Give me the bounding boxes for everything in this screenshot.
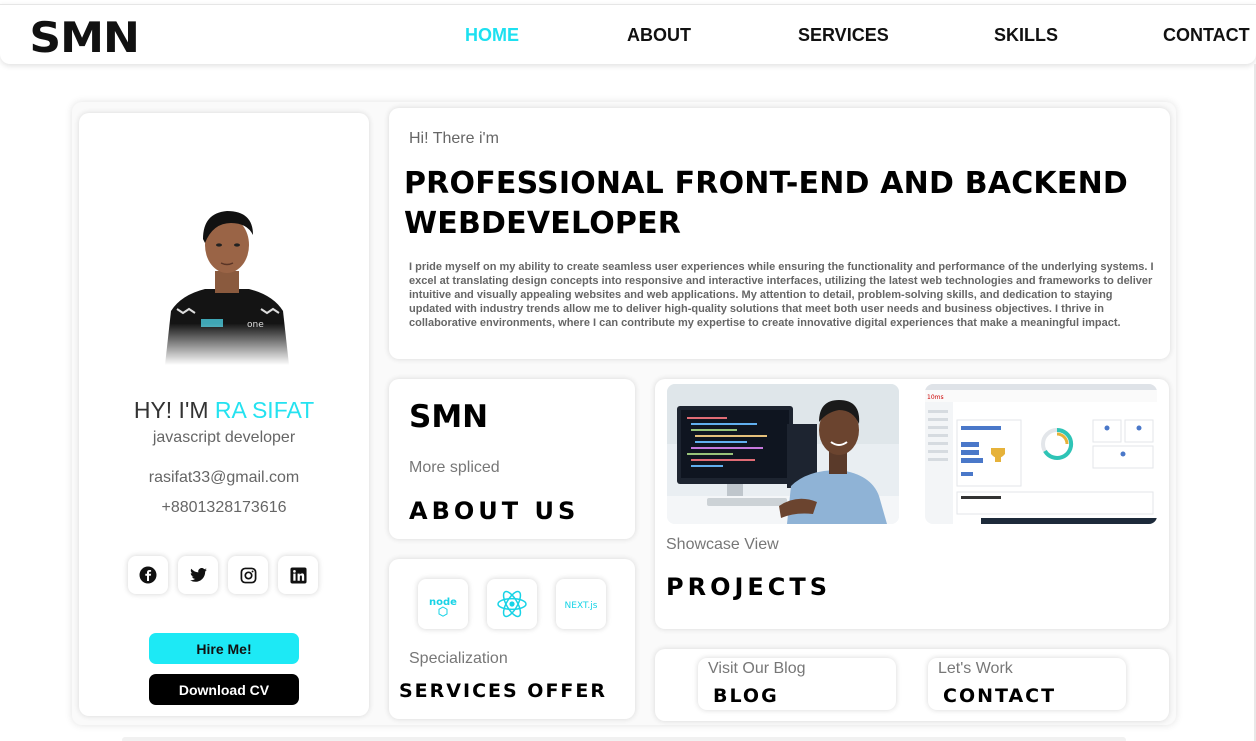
logo[interactable]: SMN — [29, 13, 139, 62]
instagram-icon[interactable] — [228, 556, 268, 594]
download-cv-button[interactable]: Download CV — [149, 674, 299, 705]
svg-text:10ms: 10ms — [927, 394, 944, 401]
nav-about[interactable]: ABOUT — [627, 25, 691, 46]
nextjs-label: NEXT.js — [565, 601, 598, 611]
links-card: Visit Our Blog BLOG Let's Work CONTACT — [655, 649, 1169, 721]
avatar: one — [161, 199, 293, 365]
services-card[interactable]: node NEXT.js Specialization SERVICES OFF… — [389, 559, 635, 719]
about-title[interactable]: ABOUT US — [409, 497, 579, 525]
projects-subtitle: Showcase View — [666, 536, 779, 553]
projects-title[interactable]: PROJECTS — [666, 573, 831, 601]
services-subtitle: Specialization — [409, 650, 508, 667]
bottom-strip — [122, 737, 1126, 741]
nav-home[interactable]: HOME — [465, 25, 519, 46]
nav-skills[interactable]: SKILLS — [994, 25, 1058, 46]
nextjs-icon: NEXT.js — [556, 579, 606, 629]
blog-link-card[interactable]: Visit Our Blog BLOG — [698, 658, 896, 710]
project-thumbnail-developer[interactable] — [667, 384, 899, 524]
contact-title[interactable]: CONTACT — [943, 685, 1056, 707]
blog-subtitle: Visit Our Blog — [708, 660, 806, 677]
about-card[interactable]: SMN More spliced ABOUT US — [389, 379, 635, 539]
linkedin-icon[interactable] — [278, 556, 318, 594]
profile-name: RA SIFAT — [214, 397, 315, 423]
nodejs-label: node — [429, 597, 457, 608]
profile-email[interactable]: rasifat33@gmail.com — [79, 469, 369, 487]
profile-card: one HY! I'M RA SIFAT javascript develope… — [79, 113, 369, 716]
intro-headline: PROFESSIONAL FRONT-END AND BACKEND WEBDE… — [404, 166, 1128, 241]
profile-greeting: HY! I'M RA SIFAT — [79, 397, 369, 424]
site-header: SMN HOME ABOUT SERVICES SKILLS CONTACT — [0, 4, 1256, 64]
nav-services[interactable]: SERVICES — [798, 25, 889, 46]
greeting-prefix: HY! I'M — [133, 397, 215, 423]
nodejs-icon: node — [418, 579, 468, 629]
intro-bio: I pride myself on my ability to create s… — [409, 261, 1154, 329]
services-title[interactable]: SERVICES OFFER — [399, 680, 607, 702]
nav-contact[interactable]: CONTACT — [1163, 25, 1250, 46]
profile-role: javascript developer — [152, 429, 296, 446]
contact-subtitle: Let's Work — [938, 660, 1013, 677]
blog-title[interactable]: BLOG — [713, 685, 779, 707]
contact-link-card[interactable]: Let's Work CONTACT — [928, 658, 1126, 710]
react-icon — [487, 579, 537, 629]
social-links — [128, 556, 318, 594]
intro-card: Hi! There i'm PROFESSIONAL FRONT-END AND… — [389, 108, 1170, 359]
intro-greeting: Hi! There i'm — [409, 130, 499, 147]
hire-me-button[interactable]: Hire Me! — [149, 633, 299, 664]
facebook-icon[interactable] — [128, 556, 168, 594]
projects-card[interactable]: 10ms Showcase View PROJECTS — [655, 379, 1169, 629]
about-subtitle: More spliced — [409, 459, 500, 476]
about-brand: SMN — [409, 399, 489, 435]
project-thumbnail-dashboard[interactable]: 10ms — [925, 384, 1157, 524]
twitter-icon[interactable] — [178, 556, 218, 594]
profile-phone[interactable]: +8801328173616 — [79, 499, 369, 517]
